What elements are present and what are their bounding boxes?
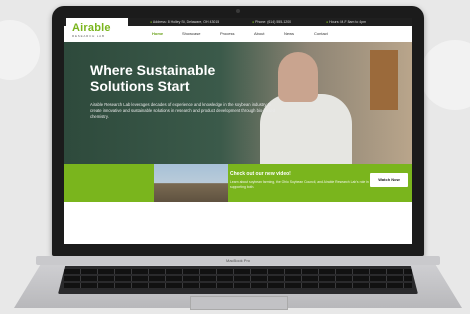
- nav-contact[interactable]: Contact: [314, 26, 328, 42]
- laptop-hinge: MacBook Pro: [36, 256, 440, 265]
- nav-news[interactable]: News: [284, 26, 294, 42]
- key-row: [64, 269, 412, 274]
- phone-info[interactable]: ● Phone: (614) 555-1200: [252, 18, 291, 26]
- video-band: Check out our new video! Learn about soy…: [64, 164, 412, 202]
- nav-home[interactable]: Home: [152, 26, 163, 42]
- phone-value: (614) 555-1200: [267, 20, 292, 24]
- hours-info: ● Hours: M-F 8am to 4pm: [326, 18, 366, 26]
- phone-label: Phone:: [255, 20, 267, 24]
- nav-process[interactable]: Process: [220, 26, 234, 42]
- laptop-screen: ● Address: 8 Holley St, Delaware, OH 430…: [64, 18, 412, 244]
- laptop-lid: ● Address: 8 Holley St, Delaware, OH 430…: [52, 6, 424, 256]
- nav-showcase[interactable]: Showcase: [182, 26, 200, 42]
- hours-label: Hours:: [329, 20, 340, 24]
- address-label: Address:: [152, 20, 167, 24]
- pin-icon: ●: [150, 20, 153, 24]
- background-circle: [420, 40, 470, 110]
- keyboard: [58, 266, 418, 294]
- lab-shelf-image: [370, 50, 398, 110]
- key-row: [64, 283, 412, 288]
- address-value: 8 Holley St, Delaware, OH 43015: [167, 20, 220, 24]
- logo-text: Airable: [72, 21, 111, 34]
- key-row: [64, 276, 412, 281]
- camera-icon: [236, 9, 240, 13]
- video-description: Learn about soybean farming, the Ohio So…: [230, 180, 369, 189]
- video-thumbnail[interactable]: [154, 164, 228, 202]
- background-circle: [0, 20, 40, 80]
- nav-about[interactable]: About: [254, 26, 264, 42]
- hero-section: Where Sustainable Solutions Start Airabl…: [64, 42, 412, 168]
- trackpad: [190, 296, 288, 310]
- laptop-model-label: MacBook Pro: [225, 258, 250, 263]
- hero-description: Airable Research Lab leverages decades o…: [90, 102, 276, 119]
- address-info: ● Address: 8 Holley St, Delaware, OH 430…: [150, 18, 219, 26]
- logo-subtext: RESEARCH LAB: [72, 33, 105, 38]
- clock-icon: ●: [326, 20, 329, 24]
- scientist-head-image: [278, 52, 318, 102]
- site-logo[interactable]: Airable RESEARCH LAB: [66, 18, 128, 42]
- hero-title: Where Sustainable Solutions Start: [90, 62, 216, 94]
- watch-now-button[interactable]: Watch Now: [370, 173, 408, 187]
- hours-value: M-F 8am to 4pm: [340, 20, 367, 24]
- phone-icon: ●: [252, 20, 255, 24]
- video-title: Check out our new video!: [230, 171, 291, 177]
